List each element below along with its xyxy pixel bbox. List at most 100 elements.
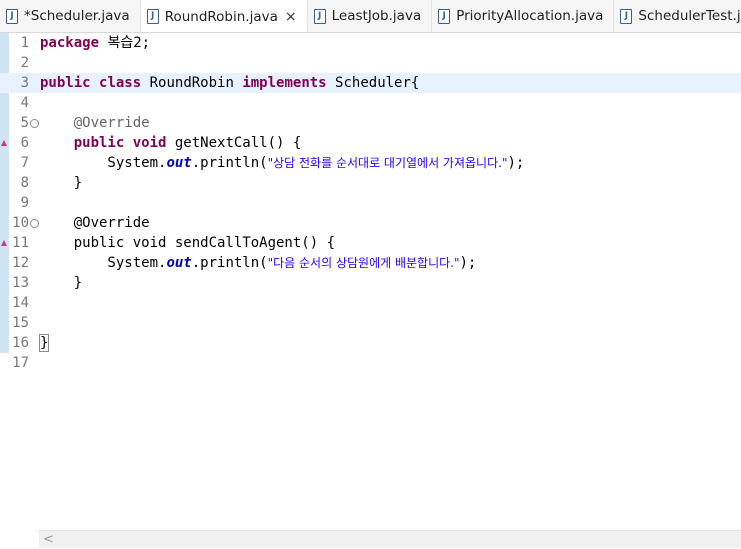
tab-label: LeastJob.java — [331, 8, 422, 24]
line-code: @Override — [40, 113, 150, 133]
code-line[interactable]: 5 @Override — [0, 113, 741, 133]
tab-label: SchedulerTest.java — [638, 8, 741, 24]
code-token: public void sendCallToAgent() { — [40, 235, 336, 251]
code-line[interactable]: 7 System.out.println("상담 전화를 순서대로 대기열에서 … — [0, 153, 741, 173]
code-token: .println( — [191, 155, 268, 171]
java-file-icon: J — [146, 9, 159, 24]
line-code: } — [40, 173, 82, 193]
close-tab-icon[interactable]: × — [285, 9, 297, 25]
code-editor[interactable]: 1 package 복습2; 2 3 public class RoundRobin i… — [0, 33, 741, 530]
line-number: 14 — [12, 295, 29, 311]
line-code: public void sendCallToAgent() { — [40, 233, 335, 253]
code-line[interactable]: 4 — [0, 93, 741, 113]
tab-0[interactable]: J *Scheduler.java — [0, 0, 141, 32]
code-token: ); — [459, 255, 477, 271]
code-token: System. — [40, 155, 167, 171]
tab-4[interactable]: J SchedulerTest.java — [614, 0, 741, 32]
code-token: } — [40, 275, 83, 291]
horizontal-scrollbar[interactable]: < — [39, 530, 741, 548]
line-number: 11 — [12, 235, 29, 251]
code-line[interactable]: 8 } — [0, 173, 741, 193]
code-token: package — [40, 35, 100, 51]
code-token: ); — [507, 155, 525, 171]
fold-toggle-icon[interactable] — [30, 219, 39, 228]
code-token: 복습2; — [99, 35, 151, 51]
line-number: 6 — [20, 135, 29, 151]
line-code: System.out.println("상담 전화를 순서대로 대기열에서 가져… — [40, 153, 524, 173]
code-token: @Override — [40, 215, 150, 231]
line-number: 17 — [12, 355, 29, 371]
code-line[interactable]: 10 @Override — [0, 213, 741, 233]
tab-label: *Scheduler.java — [24, 8, 130, 24]
code-line[interactable]: 6 public void getNextCall() { — [0, 133, 741, 153]
code-line[interactable]: 15 — [0, 313, 741, 333]
line-number: 4 — [20, 95, 29, 111]
code-line[interactable]: 9 — [0, 193, 741, 213]
code-token: Scheduler{ — [326, 75, 420, 91]
line-code: } — [38, 333, 50, 353]
code-token: out — [166, 155, 192, 171]
line-number: 7 — [20, 155, 29, 171]
tab-3[interactable]: J PriorityAllocation.java — [432, 0, 615, 32]
code-line[interactable]: 14 — [0, 293, 741, 313]
tab-2[interactable]: J LeastJob.java — [308, 0, 433, 32]
scroll-left-arrow-icon[interactable]: < — [43, 531, 54, 549]
code-line[interactable]: 1 package 복습2; — [0, 33, 741, 53]
code-line[interactable]: 13 } — [0, 273, 741, 293]
code-token: getNextCall() { — [166, 135, 302, 151]
line-number: 5 — [20, 115, 29, 131]
override-marker-icon[interactable] — [1, 140, 7, 146]
code-token: "다음 순서의 상담원에게 배분합니다." — [267, 256, 460, 270]
code-token: .println( — [191, 255, 268, 271]
line-code: public void getNextCall() { — [40, 133, 302, 153]
code-token: void — [132, 135, 167, 151]
override-marker-icon[interactable] — [1, 240, 7, 246]
line-number: 16 — [12, 335, 29, 351]
code-lines[interactable]: 1 package 복습2; 2 3 public class RoundRobin i… — [0, 33, 741, 373]
line-number: 15 — [12, 315, 29, 331]
fold-toggle-icon[interactable] — [30, 119, 39, 128]
java-file-icon: J — [438, 8, 451, 24]
tab-label: PriorityAllocation.java — [456, 8, 604, 24]
code-line[interactable]: 17 — [0, 353, 741, 373]
line-number: 2 — [20, 55, 29, 71]
code-token: @Override — [73, 115, 150, 131]
code-token: public — [40, 75, 91, 91]
line-code: } — [40, 273, 82, 293]
tab-label: RoundRobin.java — [164, 8, 278, 25]
line-number: 13 — [12, 275, 29, 291]
line-number: 10 — [12, 215, 29, 231]
java-file-icon: J — [313, 8, 326, 24]
code-token: class — [99, 75, 142, 91]
code-line[interactable]: 3 public class RoundRobin implements Sche… — [0, 73, 741, 93]
code-token: public — [73, 135, 125, 151]
code-token: System. — [40, 255, 167, 271]
code-token: } — [38, 334, 50, 352]
line-code: @Override — [40, 213, 150, 233]
line-code: package 복습2; — [40, 33, 150, 53]
editor-tab-bar: J *Scheduler.java J RoundRobin.java × J LeastJ… — [0, 0, 741, 33]
line-number: 12 — [12, 255, 29, 271]
line-number: 8 — [20, 175, 29, 191]
line-code: public class RoundRobin implements Sched… — [40, 73, 419, 93]
code-line[interactable]: 16} — [0, 333, 741, 353]
line-number: 1 — [20, 35, 29, 51]
code-line[interactable]: 12 System.out.println("다음 순서의 상담원에게 배분합니… — [0, 253, 741, 273]
java-file-icon: J — [620, 8, 633, 24]
code-line[interactable]: 11 public void sendCallToAgent() { — [0, 233, 741, 253]
tab-1[interactable]: J RoundRobin.java × — [140, 0, 308, 32]
line-number: 3 — [20, 75, 29, 91]
code-token: RoundRobin — [141, 75, 243, 91]
line-number: 9 — [20, 195, 29, 211]
gutter-corner — [0, 530, 39, 548]
java-file-icon: J — [6, 8, 18, 24]
code-token: } — [40, 175, 83, 191]
code-token: out — [166, 255, 192, 271]
code-line[interactable]: 2 — [0, 53, 741, 73]
code-token: "상담 전화를 순서대로 대기열에서 가져옵니다." — [267, 156, 508, 170]
code-token: implements — [242, 75, 327, 91]
